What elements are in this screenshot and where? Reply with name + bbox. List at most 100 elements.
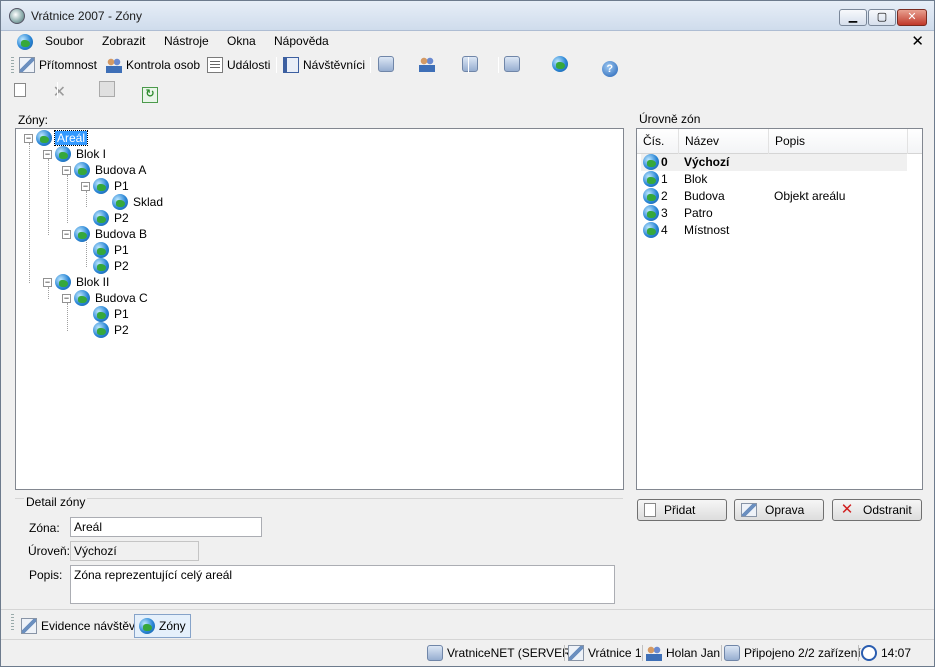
tree-connector [29,143,30,283]
tree-node-label: P1 [114,307,129,321]
level-icon [643,222,659,238]
visitors-book-icon [283,57,299,73]
tree-node-p2[interactable]: P2 [93,322,131,338]
users-icon[interactable] [419,56,436,72]
new-document-icon[interactable] [14,83,26,97]
help-icon[interactable]: ? [601,61,618,77]
popis-field[interactable]: Zóna reprezentující celý areál [70,565,615,604]
tree-node-p2[interactable]: P2 [93,210,131,226]
main-toolbar: Přítomnost Kontrola osob Události Návště… [1,53,934,77]
navstevnici-label: Návštěvníci [303,58,366,72]
tree-node-p1[interactable]: P1 [93,242,131,258]
maximize-button[interactable]: ▢ [868,9,896,26]
zones-icon[interactable] [552,56,569,72]
tree-node-p2[interactable]: P2 [93,258,131,274]
collapse-icon[interactable]: − [62,229,71,239]
kontrola-osob-button[interactable]: Kontrola osob [106,56,200,74]
status-separator [721,645,722,661]
level-row[interactable]: 4 Místnost [641,222,907,239]
collapse-icon[interactable]: − [43,277,52,287]
tab-label: Zóny [159,619,186,633]
zone-icon [74,162,90,178]
zone-icon [74,290,90,306]
tab-evidence-navstev[interactable]: Evidence návštěv [17,614,139,638]
zone-icon [139,618,155,634]
person-card-icon[interactable] [461,56,478,72]
status-connection: Připojeno 2/2 zařízení [724,644,861,662]
detail-title: Detail zóny [24,495,88,509]
collapse-icon[interactable]: − [81,181,90,191]
remove-button[interactable]: ✕ Odstranit [832,499,922,521]
toolbar-separator [498,57,499,73]
toolbar-grip[interactable] [11,57,14,73]
pritomnost-button[interactable]: Přítomnost [19,56,97,74]
collapse-icon[interactable]: − [62,165,71,175]
menu-bar: Soubor Zobrazit Nástroje Okna Nápověda ✕ [1,31,934,53]
levels-list[interactable]: Čís. Název Popis 0 Výchozí 1 Blok 2 Budo… [636,128,923,490]
tabbar-grip[interactable] [11,614,14,630]
collapse-icon[interactable]: − [62,293,71,303]
menu-nastroje[interactable]: Nástroje [162,34,211,48]
cards-icon[interactable] [504,56,521,72]
child-close-icon[interactable]: ✕ [911,32,924,50]
tree-node-budova-c[interactable]: − Budova C [62,290,150,306]
zone-icon [93,306,109,322]
tree-node-blok-i[interactable]: − Blok I [43,146,108,162]
zones-tree[interactable]: − Areál − Blok I − Budova A − P1 Sklad P… [15,128,624,490]
col-header-name[interactable]: Název [679,129,769,154]
refresh-icon[interactable]: ↻ [142,87,159,103]
menu-okna[interactable]: Okna [225,34,258,48]
tree-node-p1[interactable]: P1 [93,306,131,322]
zones-label: Zóny: [18,113,49,127]
tree-connector [48,159,49,235]
collapse-icon[interactable]: − [24,133,33,143]
station-icon [568,645,584,661]
zone-child-window-icon[interactable] [17,34,33,50]
menu-napoveda[interactable]: Nápověda [272,34,331,48]
zone-icon [112,194,128,210]
level-row[interactable]: 2 Budova Objekt areálu [641,188,907,205]
remove-button-label: Odstranit [863,503,912,517]
tree-node-sklad[interactable]: Sklad [112,194,165,210]
menu-soubor[interactable]: Soubor [43,34,86,48]
level-number: 4 [661,223,668,237]
level-icon [643,188,659,204]
udalosti-button[interactable]: Události [207,56,270,74]
tree-node-label: Areál [53,130,89,146]
level-name: Místnost [684,223,730,237]
tab-zony[interactable]: Zóny [134,614,191,638]
status-station-text: Vrátnice 1 [588,646,642,660]
tree-node-p1[interactable]: − P1 [81,178,131,194]
status-clock: 14:07 [861,644,911,662]
menu-zobrazit[interactable]: Zobrazit [100,34,147,48]
col-header-number[interactable]: Čís. [637,129,679,154]
level-row[interactable]: 3 Patro [641,205,907,222]
level-description: Objekt areálu [774,189,846,203]
settings-gear-icon[interactable] [378,56,394,72]
tree-node-label: Blok II [76,275,110,289]
collapse-icon[interactable]: − [43,149,52,159]
tree-node-label: Sklad [133,195,164,209]
add-button[interactable]: Přidat [637,499,727,521]
tab-label: Evidence návštěv [41,619,136,633]
navstevnici-button[interactable]: Návštěvníci [283,56,365,74]
connection-icon [724,645,740,661]
level-row[interactable]: 0 Výchozí [641,154,907,171]
toolbar-separator [57,82,58,98]
col-header-description[interactable]: Popis [769,129,908,154]
delete-icon[interactable]: ✕ [51,85,67,101]
tree-node-areal[interactable]: − Areál [24,130,89,146]
close-button[interactable]: ✕ [897,9,927,26]
tree-node-blok-ii[interactable]: − Blok II [43,274,111,290]
tree-node-budova-b[interactable]: − Budova B [62,226,149,242]
level-icon [643,205,659,221]
delete-icon: ✕ [840,501,854,518]
window-tab-bar: Evidence návštěv Zóny [1,609,934,639]
zona-field[interactable]: Areál [70,517,262,537]
minimize-button[interactable]: ▁ [839,9,867,26]
edit-button[interactable]: Oprava [734,499,824,521]
tree-connector [67,175,68,223]
level-row[interactable]: 1 Blok [641,171,907,188]
tree-node-budova-a[interactable]: − Budova A [62,162,148,178]
export-icon[interactable] [98,81,115,97]
